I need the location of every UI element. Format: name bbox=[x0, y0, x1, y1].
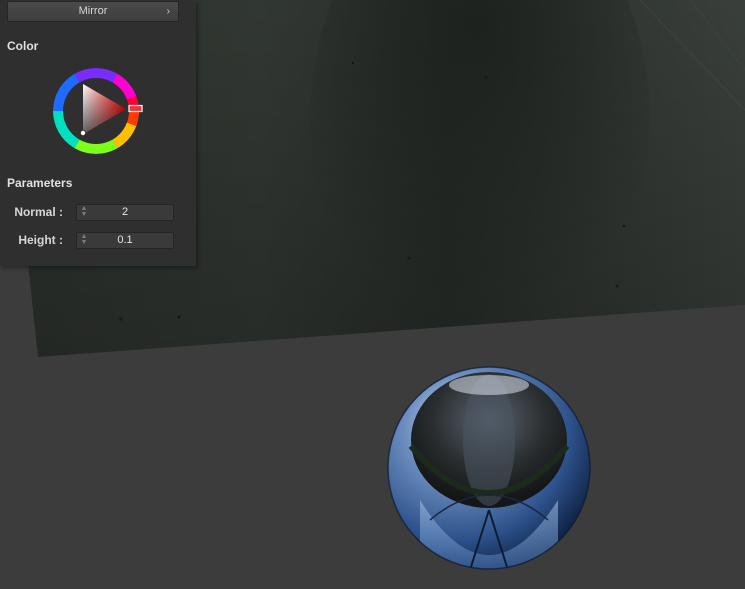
normal-spinbox[interactable]: ▲ ▼ 2 bbox=[76, 204, 174, 221]
height-value: 0.1 bbox=[117, 234, 133, 246]
material-mode-label: Mirror bbox=[78, 5, 108, 17]
normal-label: Normal : bbox=[14, 205, 63, 219]
height-label: Height : bbox=[18, 233, 63, 247]
hue-handle[interactable] bbox=[128, 104, 143, 113]
chevron-right-icon: › bbox=[166, 6, 170, 17]
sv-handle[interactable] bbox=[80, 130, 87, 137]
parameters-section-title: Parameters bbox=[7, 176, 73, 190]
up-down-arrows-icon[interactable]: ▲ ▼ bbox=[80, 233, 88, 247]
up-down-arrows-icon[interactable]: ▲ ▼ bbox=[80, 205, 88, 219]
material-mode-dropdown[interactable]: Mirror › bbox=[7, 1, 179, 22]
color-picker-wheel[interactable] bbox=[46, 61, 146, 161]
height-spinbox[interactable]: ▲ ▼ 0.1 bbox=[76, 232, 174, 249]
color-section-title: Color bbox=[7, 39, 39, 53]
normal-value: 2 bbox=[121, 206, 129, 218]
material-panel: Mirror › Color Parameters Normal: ▲ ▼ 2… bbox=[0, 0, 196, 266]
